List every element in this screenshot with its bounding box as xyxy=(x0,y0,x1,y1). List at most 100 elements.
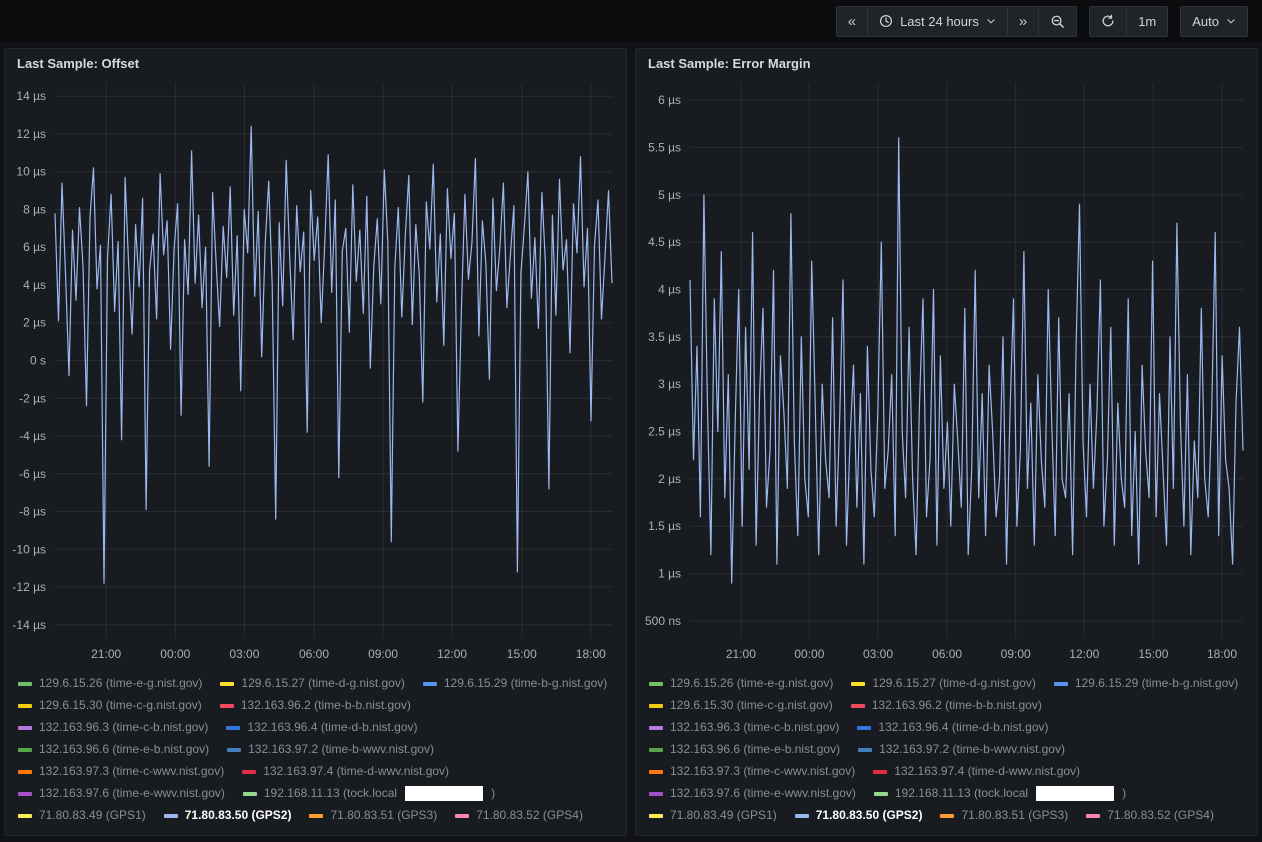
error-margin-chart-area[interactable]: 6 µs 5.5 µs 5 µs 4.5 µs 4 µs 3.5 µs 3 µs 2.5 µs… xyxy=(636,73,1257,670)
legend-label: 71.80.83.51 (GPS3) xyxy=(330,808,438,822)
legend-label: 129.6.15.27 (time-d-g.nist.gov) xyxy=(872,676,1036,690)
legend-label-suffix: ) xyxy=(491,786,496,800)
svg-text:0 s: 0 s xyxy=(30,354,46,368)
clock-icon xyxy=(879,14,893,28)
legend-item[interactable]: 132.163.96.4 (time-d-b.nist.gov) xyxy=(857,717,1049,738)
series-color-swatch xyxy=(227,747,242,752)
refresh-interval-button[interactable]: 1m xyxy=(1126,5,1169,37)
series-color-swatch xyxy=(18,813,32,818)
legend-item[interactable]: 129.6.15.26 (time-e-g.nist.gov) xyxy=(18,673,202,694)
series-color-swatch xyxy=(18,747,32,752)
panel-title: Last Sample: Offset xyxy=(17,56,140,71)
legend-item[interactable]: 132.163.97.3 (time-c-wwv.nist.gov) xyxy=(649,761,855,782)
time-shift-forward-button[interactable]: » xyxy=(1006,5,1040,37)
legend-item[interactable]: 132.163.96.3 (time-c-b.nist.gov) xyxy=(649,717,839,738)
legend-item[interactable]: 132.163.97.4 (time-d-wwv.nist.gov) xyxy=(242,761,449,782)
svg-text:2.5 µs: 2.5 µs xyxy=(648,425,681,439)
legend-item[interactable]: 71.80.83.50 (GPS2) xyxy=(794,805,923,826)
legend-item[interactable]: 132.163.96.6 (time-e-b.nist.gov) xyxy=(18,739,209,760)
series-color-swatch xyxy=(242,769,257,774)
offset-chart-svg[interactable]: 14 µs 12 µs 10 µs 8 µs 6 µs 4 µs 2 µs 0 s -2 µs -… xyxy=(5,73,626,670)
auto-refresh-dropdown[interactable]: Auto xyxy=(1180,5,1248,37)
svg-text:12:00: 12:00 xyxy=(437,647,467,661)
legend-item[interactable]: 132.163.97.4 (time-d-wwv.nist.gov) xyxy=(873,761,1080,782)
legend-item[interactable]: 129.6.15.30 (time-c-g.nist.gov) xyxy=(18,695,202,716)
legend-label: 71.80.83.52 (GPS4) xyxy=(476,808,583,822)
redaction-box xyxy=(405,786,484,801)
svg-text:21:00: 21:00 xyxy=(726,647,756,661)
svg-text:4 µs: 4 µs xyxy=(658,283,681,297)
legend-item[interactable]: 132.163.96.3 (time-c-b.nist.gov) xyxy=(18,717,208,738)
legend-item[interactable]: 129.6.15.27 (time-d-g.nist.gov) xyxy=(220,673,405,694)
error-margin-chart-svg[interactable]: 6 µs 5.5 µs 5 µs 4.5 µs 4 µs 3.5 µs 3 µs 2.5 µs… xyxy=(636,73,1257,670)
series-color-swatch xyxy=(649,769,663,774)
time-shift-back-button[interactable]: « xyxy=(835,5,869,37)
legend-item[interactable]: 129.6.15.30 (time-c-g.nist.gov) xyxy=(649,695,833,716)
legend-item[interactable]: 132.163.96.2 (time-b-b.nist.gov) xyxy=(850,695,1042,716)
svg-text:-2 µs: -2 µs xyxy=(19,391,46,405)
auto-dropdown-label: Auto xyxy=(1192,13,1219,29)
legend-label: 132.163.97.4 (time-d-wwv.nist.gov) xyxy=(894,764,1081,778)
legend-item[interactable]: 71.80.83.51 (GPS3) xyxy=(940,805,1068,826)
svg-text:03:00: 03:00 xyxy=(863,647,893,661)
svg-text:12:00: 12:00 xyxy=(1069,647,1099,661)
chevron-down-icon xyxy=(1226,16,1236,26)
legend-item[interactable]: 129.6.15.27 (time-d-g.nist.gov) xyxy=(851,673,1036,694)
legend-item[interactable]: 192.168.11.13 (tock.local) xyxy=(242,783,496,804)
legend-item[interactable]: 132.163.96.6 (time-e-b.nist.gov) xyxy=(649,739,840,760)
legend-item[interactable]: 129.6.15.26 (time-e-g.nist.gov) xyxy=(649,673,833,694)
legend-item[interactable]: 71.80.83.52 (GPS4) xyxy=(1086,805,1214,826)
svg-text:-10 µs: -10 µs xyxy=(12,542,46,556)
svg-text:-8 µs: -8 µs xyxy=(19,505,46,519)
legend-label: 71.80.83.50 (GPS2) xyxy=(815,808,923,822)
series-color-swatch xyxy=(242,791,257,796)
legend-item[interactable]: 132.163.97.3 (time-c-wwv.nist.gov) xyxy=(18,761,224,782)
series-color-swatch xyxy=(220,681,235,686)
series-color-swatch xyxy=(858,747,873,752)
series-color-swatch xyxy=(219,703,234,708)
legend-item[interactable]: 71.80.83.51 (GPS3) xyxy=(309,805,437,826)
legend-item[interactable]: 71.80.83.49 (GPS1) xyxy=(18,805,146,826)
legend-item[interactable]: 129.6.15.29 (time-b-g.nist.gov) xyxy=(1053,673,1238,694)
series-color-swatch xyxy=(649,681,663,686)
zoom-out-icon xyxy=(1050,14,1065,29)
svg-text:-12 µs: -12 µs xyxy=(12,580,46,594)
svg-text:00:00: 00:00 xyxy=(794,647,824,661)
legend-item[interactable]: 71.80.83.50 (GPS2) xyxy=(163,805,291,826)
series-color-swatch xyxy=(940,813,955,818)
series-color-swatch xyxy=(649,813,663,818)
legend-label: 71.80.83.49 (GPS1) xyxy=(39,808,146,822)
svg-text:21:00: 21:00 xyxy=(91,647,121,661)
offset-chart-area[interactable]: 14 µs 12 µs 10 µs 8 µs 6 µs 4 µs 2 µs 0 s -2 µs -… xyxy=(5,73,626,670)
svg-text:00:00: 00:00 xyxy=(160,647,190,661)
legend-label: 132.163.96.6 (time-e-b.nist.gov) xyxy=(39,742,210,756)
legend-label: 129.6.15.27 (time-d-g.nist.gov) xyxy=(241,676,405,690)
legend-label: 132.163.96.3 (time-c-b.nist.gov) xyxy=(670,720,840,734)
legend-item[interactable]: 132.163.97.6 (time-e-wwv.nist.gov) xyxy=(18,783,225,804)
time-range-picker-button[interactable]: Last 24 hours xyxy=(867,5,1008,37)
legend-item[interactable]: 71.80.83.52 (GPS4) xyxy=(455,805,583,826)
legend-item[interactable]: 71.80.83.49 (GPS1) xyxy=(649,805,777,826)
legend-item[interactable]: 132.163.97.2 (time-b-wwv.nist.gov) xyxy=(858,739,1065,760)
dashboard-toolbar: « Last 24 hours » 1m Auto xyxy=(0,0,1262,42)
svg-text:500 ns: 500 ns xyxy=(645,614,681,628)
legend-item[interactable]: 132.163.97.6 (time-e-wwv.nist.gov) xyxy=(649,783,856,804)
series-color-swatch xyxy=(850,703,865,708)
legend-item[interactable]: 129.6.15.29 (time-b-g.nist.gov) xyxy=(422,673,607,694)
series-color-swatch xyxy=(18,769,32,774)
refresh-group: 1m xyxy=(1089,5,1169,37)
legend-item[interactable]: 132.163.96.4 (time-d-b.nist.gov) xyxy=(226,717,418,738)
svg-text:2 µs: 2 µs xyxy=(658,472,681,486)
series-color-swatch xyxy=(873,791,888,796)
zoom-out-button[interactable] xyxy=(1038,5,1078,37)
legend-item[interactable]: 132.163.97.2 (time-b-wwv.nist.gov) xyxy=(227,739,434,760)
legend-item[interactable]: 132.163.96.2 (time-b-b.nist.gov) xyxy=(219,695,411,716)
svg-text:5 µs: 5 µs xyxy=(658,188,681,202)
svg-text:09:00: 09:00 xyxy=(368,647,398,661)
legend-label: 132.163.96.2 (time-b-b.nist.gov) xyxy=(871,698,1042,712)
refresh-button[interactable] xyxy=(1089,5,1128,37)
series-color-swatch xyxy=(794,813,809,818)
svg-text:3.5 µs: 3.5 µs xyxy=(648,330,681,344)
legend-item[interactable]: 192.168.11.13 (tock.local) xyxy=(873,783,1126,804)
series-color-swatch xyxy=(649,725,663,730)
